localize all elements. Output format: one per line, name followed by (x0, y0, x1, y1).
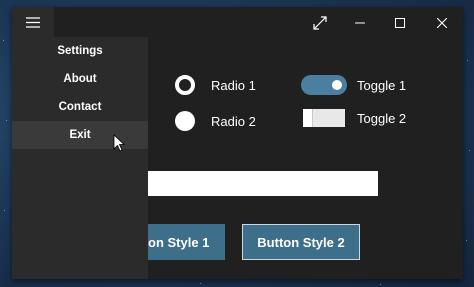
navigation-pane: Settings About Contact Exit (12, 37, 148, 279)
menu-item-about[interactable]: About (12, 65, 148, 93)
hamburger-button[interactable] (12, 7, 54, 37)
menu-item-contact[interactable]: Contact (12, 93, 148, 121)
button-style-1-label: on Style 1 (148, 234, 210, 250)
fullscreen-button[interactable] (300, 7, 340, 39)
toggle-1-label: Toggle 1 (357, 78, 407, 93)
menu-item-label: About (63, 73, 97, 85)
menu-item-exit[interactable]: Exit (12, 121, 148, 149)
button-style-2-label: Button Style 2 (257, 234, 345, 250)
hamburger-icon (26, 16, 40, 28)
fullscreen-icon (313, 16, 327, 30)
minimize-icon (355, 22, 365, 24)
button-style-2[interactable]: Button Style 2 (242, 224, 360, 260)
maximize-icon (395, 18, 405, 28)
button-style-1[interactable]: on Style 1 (148, 224, 225, 260)
app-window: Settings About Contact Exit Radio 1 Radi… (12, 7, 463, 279)
text-input[interactable] (148, 171, 378, 196)
toggle-knob (332, 80, 342, 90)
mouse-cursor-icon (113, 134, 125, 152)
close-icon (437, 18, 447, 28)
maximize-button[interactable] (380, 7, 420, 39)
toggle-2-switch[interactable] (303, 109, 345, 127)
toggle-knob (303, 109, 313, 127)
radio-2-label: Radio 2 (211, 114, 256, 129)
close-button[interactable] (422, 7, 462, 39)
radio-1[interactable] (175, 75, 195, 95)
minimize-button[interactable] (340, 7, 380, 39)
toggle-1-switch[interactable] (301, 75, 347, 95)
radio-1-label: Radio 1 (211, 78, 256, 93)
menu-item-label: Settings (57, 45, 103, 57)
menu-item-label: Contact (58, 101, 102, 113)
menu-item-settings[interactable]: Settings (12, 37, 148, 65)
toggle-2-label: Toggle 2 (357, 111, 407, 126)
menu-item-label: Exit (69, 129, 91, 141)
radio-2[interactable] (175, 111, 195, 131)
